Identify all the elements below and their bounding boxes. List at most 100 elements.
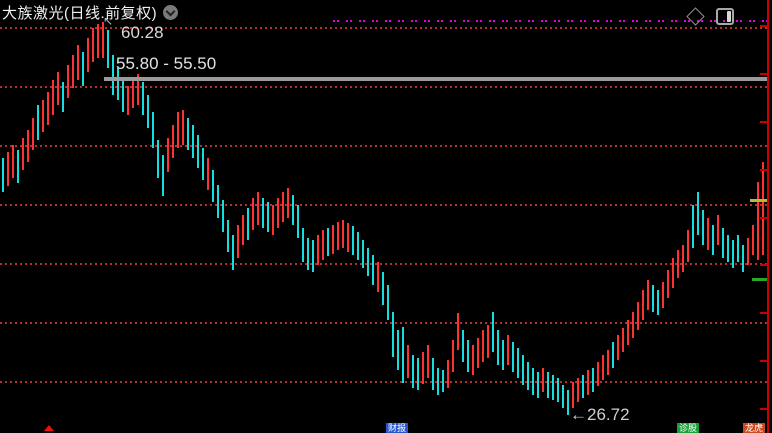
candle-bar	[257, 192, 259, 225]
candle-bar	[757, 182, 759, 260]
candle-bar	[367, 248, 369, 276]
candle-bar	[302, 228, 304, 262]
candle-bar	[162, 155, 164, 196]
candle-bar	[262, 198, 264, 228]
candle-bar	[22, 138, 24, 170]
candle-bar	[372, 255, 374, 285]
candle-bar	[232, 235, 234, 270]
chevron-down-icon[interactable]	[163, 5, 178, 20]
candle-bar	[222, 200, 224, 232]
candle-bar	[667, 270, 669, 298]
candle-bar	[287, 188, 289, 218]
candle-bar	[717, 215, 719, 245]
candle-bar	[382, 272, 384, 305]
candle-bar	[592, 368, 594, 392]
candle-bar	[182, 110, 184, 145]
candle-bar	[472, 345, 474, 375]
event-badge[interactable]: 龙虎	[743, 423, 765, 433]
candle-bar	[622, 328, 624, 352]
candle-bar	[292, 195, 294, 225]
candle-bar	[637, 302, 639, 330]
candle-bar	[202, 148, 204, 180]
candle-bar	[552, 375, 554, 400]
candle-bar	[7, 152, 9, 186]
candle-bar	[82, 52, 84, 86]
axis-tick	[760, 264, 767, 266]
candle-bar	[247, 208, 249, 240]
candlestick-chart-area[interactable]: 55.80 - 55.50 ↖ 60.28 ←26.72 财报诊股龙虎	[0, 0, 772, 433]
candle-bar	[632, 312, 634, 338]
candle-bar	[567, 390, 569, 415]
candle-bar	[457, 313, 459, 350]
candle-bar	[442, 370, 444, 392]
candle-bar	[397, 330, 399, 370]
candle-bar	[27, 130, 29, 162]
axis-tick	[760, 360, 767, 362]
candle-bar	[612, 342, 614, 368]
candle-bar	[497, 330, 499, 365]
candle-bar	[157, 140, 159, 178]
candle-bar	[52, 80, 54, 115]
candle-bar	[737, 235, 739, 262]
candle-bar	[92, 28, 94, 62]
candle-bar	[547, 372, 549, 398]
axis-tick	[760, 169, 767, 171]
candle-bar	[627, 320, 629, 345]
candle-bar	[527, 362, 529, 390]
candle-bar	[77, 45, 79, 80]
candle-bar	[412, 355, 414, 388]
axis-tick	[760, 217, 767, 219]
candle-bar	[562, 385, 564, 408]
candle-bar	[582, 375, 584, 398]
candle-bar	[402, 327, 404, 383]
event-badge[interactable]: 诊股	[677, 423, 699, 433]
candle-bar	[462, 330, 464, 362]
candle-bar	[427, 345, 429, 378]
candle-bar	[407, 345, 409, 378]
grid-dotted-line	[0, 322, 768, 324]
candle-bar	[122, 80, 124, 112]
candle-bar	[452, 340, 454, 372]
axis-tick	[760, 121, 767, 123]
candle-bar	[697, 192, 699, 235]
candle-bar	[342, 220, 344, 248]
candle-bar	[177, 112, 179, 148]
candle-bar	[312, 240, 314, 272]
grid-dotted-line	[0, 263, 768, 265]
event-badge[interactable]: 财报	[386, 423, 408, 433]
candle-bar	[702, 210, 704, 245]
diamond-icon[interactable]	[686, 7, 704, 25]
candle-bar	[692, 205, 694, 248]
candle-bar	[67, 65, 69, 98]
candle-bar	[732, 240, 734, 268]
candle-bar	[172, 125, 174, 158]
candle-bar	[297, 205, 299, 238]
candle-bar	[307, 238, 309, 270]
candle-bar	[577, 378, 579, 402]
candle-bar	[762, 162, 764, 255]
gap-band-line	[104, 77, 769, 81]
candle-bar	[242, 215, 244, 245]
event-triangle-marker[interactable]	[44, 425, 54, 431]
candle-bar	[597, 362, 599, 386]
candle-bar	[487, 325, 489, 358]
candle-bar	[212, 170, 214, 202]
axis-tick	[760, 408, 767, 410]
candle-bar	[447, 360, 449, 388]
panel-right-icon[interactable]	[716, 8, 734, 25]
candle-bar	[277, 198, 279, 228]
candle-bar	[127, 86, 129, 115]
candle-bar	[672, 258, 674, 288]
axis-highlight-tick	[752, 278, 767, 281]
stock-chart-window: 55.80 - 55.50 ↖ 60.28 ←26.72 财报诊股龙虎 大族激光…	[0, 0, 772, 433]
candle-bar	[507, 335, 509, 365]
candle-bar	[377, 262, 379, 292]
candle-bar	[482, 330, 484, 362]
candle-bar	[392, 312, 394, 357]
candle-bar	[272, 205, 274, 235]
grid-dotted-line	[0, 86, 768, 88]
candle-bar	[317, 235, 319, 265]
candle-bar	[357, 232, 359, 260]
candle-bar	[167, 138, 169, 172]
candle-bar	[647, 280, 649, 310]
